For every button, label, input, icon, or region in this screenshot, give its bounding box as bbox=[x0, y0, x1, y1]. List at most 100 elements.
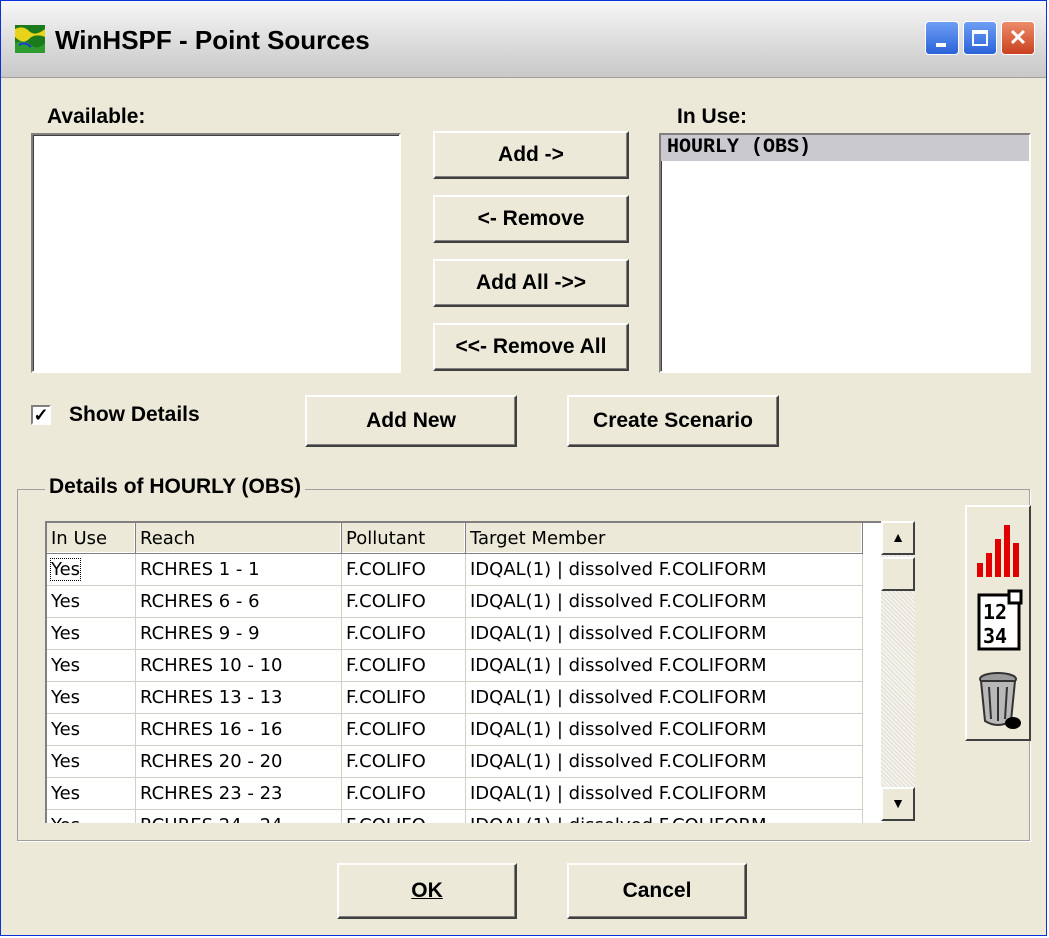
remove-button[interactable]: <- Remove bbox=[433, 195, 629, 243]
cell-text: Yes bbox=[51, 815, 80, 823]
minimize-button[interactable] bbox=[925, 21, 959, 55]
cell-in-use[interactable]: Yes bbox=[47, 553, 136, 586]
cell-text: Yes bbox=[51, 719, 81, 740]
cell-reach[interactable]: RCHRES 24 - 24 bbox=[135, 809, 342, 823]
add-all-button[interactable]: Add All ->> bbox=[433, 259, 629, 307]
remove-all-button[interactable]: <<- Remove All bbox=[433, 323, 629, 371]
cell-reach[interactable]: RCHRES 16 - 16 bbox=[135, 713, 342, 746]
remove-button-label: <- Remove bbox=[477, 207, 585, 230]
table-row[interactable]: Yes RCHRES 16 - 16 F.COLIFO IDQAL(1) | diss… bbox=[47, 713, 863, 746]
cell-in-use[interactable]: Yes bbox=[47, 649, 136, 682]
cell-text: F.COLIFO bbox=[346, 719, 426, 740]
cell-text: RCHRES 10 - 10 bbox=[140, 655, 283, 676]
available-list[interactable] bbox=[31, 133, 401, 373]
in-use-item[interactable]: HOURLY (OBS) bbox=[661, 135, 1029, 161]
show-details-label: Show Details bbox=[69, 403, 200, 426]
cell-text: IDQAL(1) | dissolved F.COLIFORM bbox=[470, 751, 767, 772]
table-row[interactable]: Yes RCHRES 24 - 24 F.COLIFO IDQAL(1) | diss… bbox=[47, 809, 863, 823]
table-row[interactable]: Yes RCHRES 20 - 20 F.COLIFO IDQAL(1) | diss… bbox=[47, 745, 863, 778]
grid-vertical-scrollbar[interactable]: ▲ ▼ bbox=[881, 521, 915, 821]
cell-pollutant[interactable]: F.COLIFO bbox=[341, 777, 466, 810]
cell-pollutant[interactable]: F.COLIFO bbox=[341, 617, 466, 650]
cell-text: IDQAL(1) | dissolved F.COLIFORM bbox=[470, 783, 767, 804]
cell-target-member[interactable]: IDQAL(1) | dissolved F.COLIFORM bbox=[465, 585, 863, 618]
close-icon: ✕ bbox=[1008, 25, 1028, 50]
scroll-thumb[interactable] bbox=[881, 557, 915, 591]
cell-text: Yes bbox=[49, 558, 82, 581]
details-grid[interactable]: In Use Reach Pollutant Target Member Yes… bbox=[45, 521, 883, 823]
table-row[interactable]: Yes RCHRES 1 - 1 F.COLIFO IDQAL(1) | dissol… bbox=[47, 553, 863, 586]
create-scenario-button[interactable]: Create Scenario bbox=[567, 395, 779, 447]
cell-reach[interactable]: RCHRES 1 - 1 bbox=[135, 553, 342, 586]
show-details-checkbox[interactable]: ✓ bbox=[31, 405, 51, 425]
scroll-up-button[interactable]: ▲ bbox=[881, 521, 915, 555]
in-use-list[interactable]: HOURLY (OBS) bbox=[659, 133, 1031, 373]
cell-target-member[interactable]: IDQAL(1) | dissolved F.COLIFORM bbox=[465, 809, 863, 823]
bar-graph-icon[interactable] bbox=[969, 513, 1027, 583]
cell-in-use[interactable]: Yes bbox=[47, 585, 136, 618]
table-row[interactable]: Yes RCHRES 23 - 23 F.COLIFO IDQAL(1) | diss… bbox=[47, 777, 863, 810]
cell-pollutant[interactable]: F.COLIFO bbox=[341, 713, 466, 746]
add-new-button[interactable]: Add New bbox=[305, 395, 517, 447]
cell-reach[interactable]: RCHRES 20 - 20 bbox=[135, 745, 342, 778]
cell-pollutant[interactable]: F.COLIFO bbox=[341, 681, 466, 714]
close-button[interactable]: ✕ bbox=[1001, 21, 1035, 55]
number-list-icon[interactable]: 12 34 bbox=[969, 587, 1027, 657]
cell-text: Yes bbox=[51, 751, 81, 772]
cell-text: IDQAL(1) | dissolved F.COLIFORM bbox=[470, 591, 767, 612]
cell-in-use[interactable]: Yes bbox=[47, 809, 136, 823]
cell-text: RCHRES 16 - 16 bbox=[140, 719, 283, 740]
cell-in-use[interactable]: Yes bbox=[47, 713, 136, 746]
title-bar[interactable]: WinHSPF - Point Sources ✕ bbox=[1, 1, 1046, 78]
cell-text: RCHRES 24 - 24 bbox=[140, 815, 283, 823]
column-header-pollutant[interactable]: Pollutant bbox=[341, 523, 466, 554]
cell-reach[interactable]: RCHRES 10 - 10 bbox=[135, 649, 342, 682]
cell-target-member[interactable]: IDQAL(1) | dissolved F.COLIFORM bbox=[465, 649, 863, 682]
cell-pollutant[interactable]: F.COLIFO bbox=[341, 809, 466, 823]
cell-text: Yes bbox=[51, 783, 81, 804]
cell-pollutant[interactable]: F.COLIFO bbox=[341, 649, 466, 682]
cell-reach[interactable]: RCHRES 13 - 13 bbox=[135, 681, 342, 714]
cell-text: IDQAL(1) | dissolved F.COLIFORM bbox=[470, 623, 767, 644]
add-button[interactable]: Add -> bbox=[433, 131, 629, 179]
column-header-reach[interactable]: Reach bbox=[135, 523, 342, 554]
cell-pollutant[interactable]: F.COLIFO bbox=[341, 553, 466, 586]
cell-target-member[interactable]: IDQAL(1) | dissolved F.COLIFORM bbox=[465, 617, 863, 650]
cell-target-member[interactable]: IDQAL(1) | dissolved F.COLIFORM bbox=[465, 745, 863, 778]
cell-text: RCHRES 9 - 9 bbox=[140, 623, 260, 644]
cell-text: F.COLIFO bbox=[346, 751, 426, 772]
trash-can-icon[interactable] bbox=[969, 663, 1027, 733]
ok-button[interactable]: OK bbox=[337, 863, 517, 919]
cell-target-member[interactable]: IDQAL(1) | dissolved F.COLIFORM bbox=[465, 777, 863, 810]
minimize-icon bbox=[936, 43, 946, 47]
add-new-button-label: Add New bbox=[366, 409, 456, 432]
cell-target-member[interactable]: IDQAL(1) | dissolved F.COLIFORM bbox=[465, 713, 863, 746]
cancel-button[interactable]: Cancel bbox=[567, 863, 747, 919]
maximize-button[interactable] bbox=[963, 21, 997, 55]
scroll-down-button[interactable]: ▼ bbox=[881, 787, 915, 821]
cell-reach[interactable]: RCHRES 23 - 23 bbox=[135, 777, 342, 810]
table-row[interactable]: Yes RCHRES 6 - 6 F.COLIFO IDQAL(1) | dissol… bbox=[47, 585, 863, 618]
table-row[interactable]: Yes RCHRES 13 - 13 F.COLIFO IDQAL(1) | diss… bbox=[47, 681, 863, 714]
add-all-button-label: Add All ->> bbox=[475, 271, 587, 294]
cell-in-use[interactable]: Yes bbox=[47, 681, 136, 714]
cell-pollutant[interactable]: F.COLIFO bbox=[341, 585, 466, 618]
cell-in-use[interactable]: Yes bbox=[47, 777, 136, 810]
cell-pollutant[interactable]: F.COLIFO bbox=[341, 745, 466, 778]
cell-target-member[interactable]: IDQAL(1) | dissolved F.COLIFORM bbox=[465, 681, 863, 714]
cell-reach[interactable]: RCHRES 9 - 9 bbox=[135, 617, 342, 650]
cell-in-use[interactable]: Yes bbox=[47, 745, 136, 778]
cell-text: RCHRES 1 - 1 bbox=[140, 559, 260, 580]
table-row[interactable]: Yes RCHRES 10 - 10 F.COLIFO IDQAL(1) | diss… bbox=[47, 649, 863, 682]
window-title: WinHSPF - Point Sources bbox=[55, 25, 370, 55]
cell-in-use[interactable]: Yes bbox=[47, 617, 136, 650]
cell-text: Yes bbox=[51, 591, 81, 612]
cell-reach[interactable]: RCHRES 6 - 6 bbox=[135, 585, 342, 618]
column-header-in-use[interactable]: In Use bbox=[47, 523, 136, 554]
cell-target-member[interactable]: IDQAL(1) | dissolved F.COLIFORM bbox=[465, 553, 863, 586]
details-group-title: Details of HOURLY (OBS) bbox=[45, 475, 306, 499]
available-label: Available: bbox=[47, 105, 146, 128]
cell-text: F.COLIFO bbox=[346, 623, 426, 644]
column-header-target-member[interactable]: Target Member bbox=[465, 523, 863, 554]
table-row[interactable]: Yes RCHRES 9 - 9 F.COLIFO IDQAL(1) | dissol… bbox=[47, 617, 863, 650]
